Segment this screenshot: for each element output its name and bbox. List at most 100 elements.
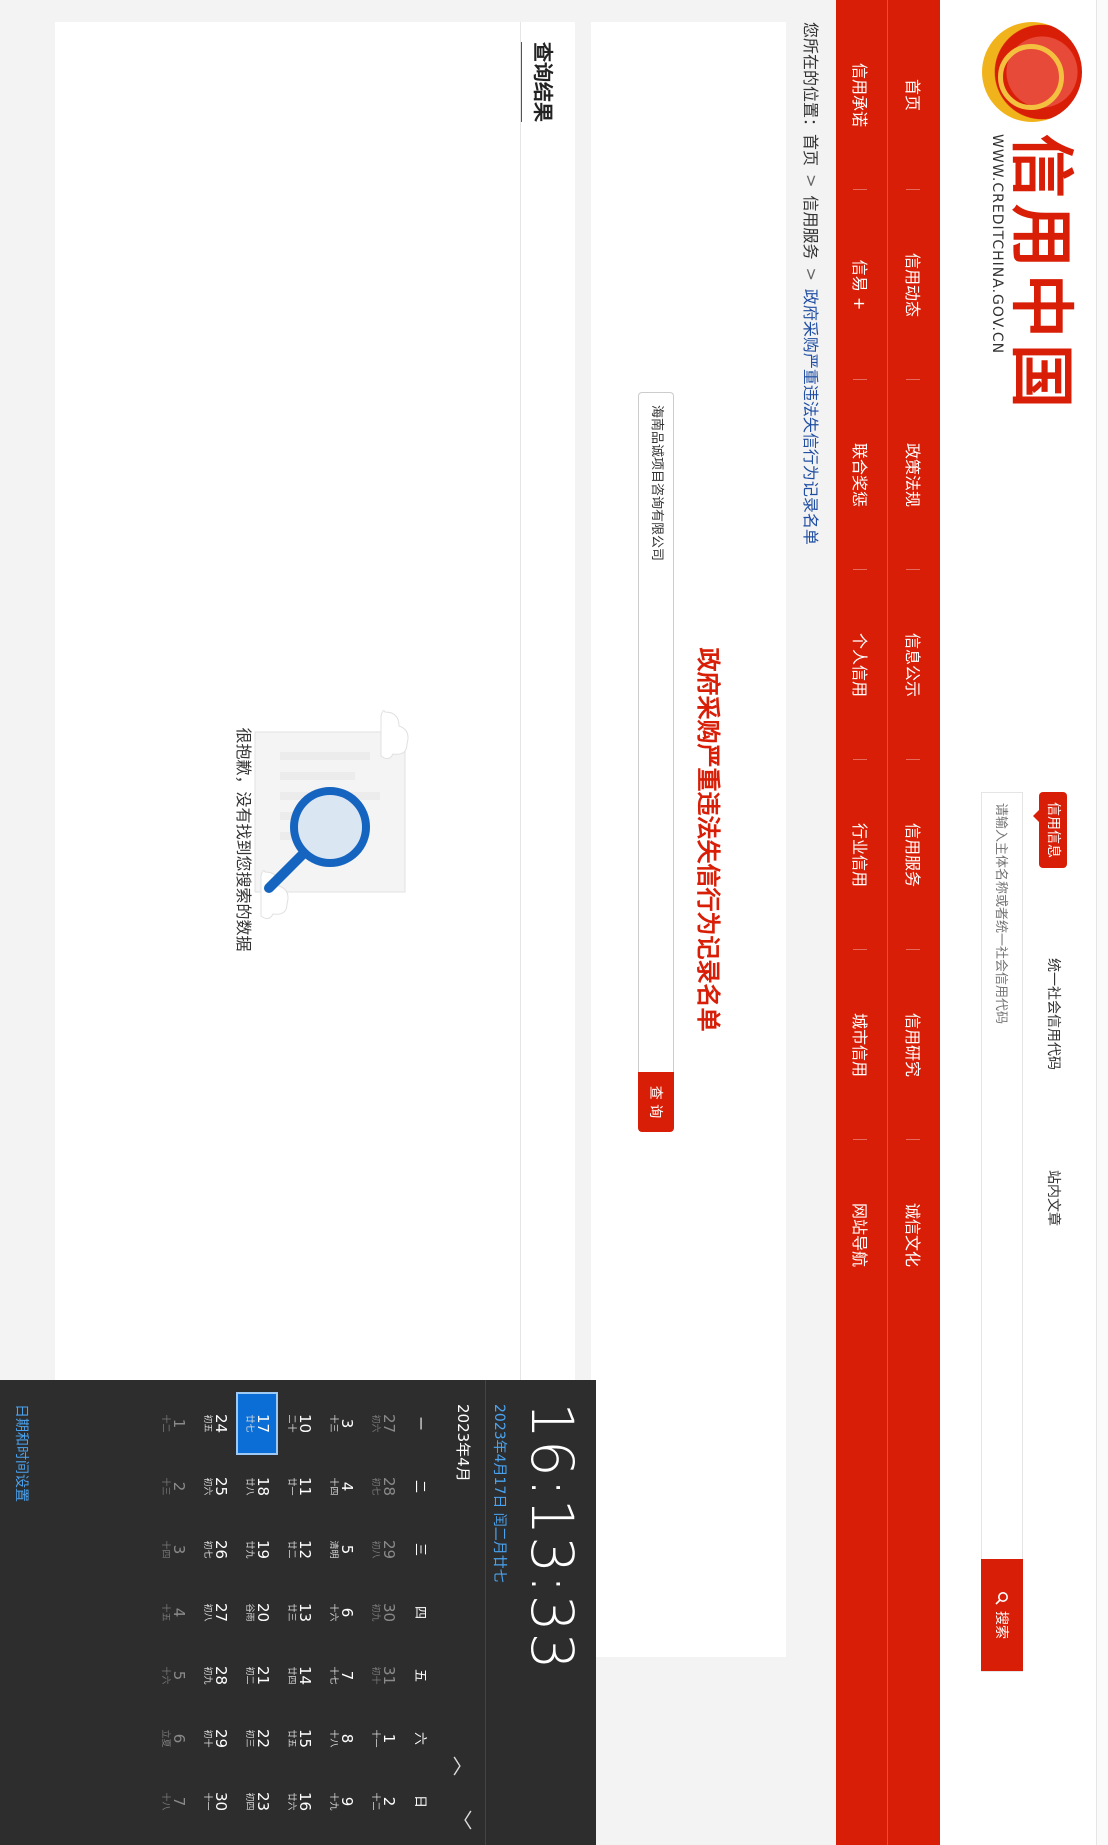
calendar-lunar-date: 廿三 xyxy=(286,1603,296,1622)
calendar-week-row: 24 初五 25 初六 26 初七 27 初八 28 初九 29 初十 30 十一 xyxy=(194,1392,236,1837)
calendar-day[interactable]: 30 初九 xyxy=(362,1581,404,1644)
query-row: 海南品诚项目咨询有限公司 查 询 xyxy=(638,392,674,1132)
calendar-day-number: 31 xyxy=(380,1665,398,1686)
calendar-day[interactable]: 24 初五 xyxy=(194,1392,236,1455)
nav-row-1: 首页 信用动态 政策法规 信息公示 信用服务 信用研究 诚信文化 xyxy=(888,0,940,1845)
calendar-day[interactable]: 18 廿八 xyxy=(236,1455,278,1518)
calendar-day[interactable]: 29 初十 xyxy=(194,1707,236,1770)
calendar-lunar-date: 十八 xyxy=(328,1729,338,1748)
chevron-up-icon[interactable]: ︿ xyxy=(449,1756,478,1776)
calendar-day-number: 11 xyxy=(296,1476,314,1497)
calendar-lunar-date: 十五 xyxy=(160,1603,170,1622)
national-emblem-icon xyxy=(982,22,1082,122)
calendar-day[interactable]: 19 廿九 xyxy=(236,1518,278,1581)
nav-item-disclosure[interactable]: 信息公示 xyxy=(902,570,926,760)
calendar-day[interactable]: 30 十一 xyxy=(194,1770,236,1833)
calendar-day[interactable]: 26 初七 xyxy=(194,1518,236,1581)
calendar-day[interactable]: 27 初八 xyxy=(194,1581,236,1644)
clock-date[interactable]: 2023年4月17日 闰二月廿七 xyxy=(490,1404,510,1583)
calendar-lunar-date: 十三 xyxy=(160,1477,170,1496)
query-button[interactable]: 查 询 xyxy=(638,1072,674,1132)
nav-item-credit-news[interactable]: 信用动态 xyxy=(902,190,926,380)
calendar-lunar-date: 十四 xyxy=(160,1540,170,1559)
calendar-day[interactable]: 5 清明 xyxy=(320,1518,362,1581)
calendar-lunar-date: 廿二 xyxy=(286,1540,296,1559)
calendar-day[interactable]: 20 谷雨 xyxy=(236,1581,278,1644)
nav-item-credit-commitment[interactable]: 信用承诺 xyxy=(850,0,874,190)
search-input[interactable] xyxy=(982,793,1022,1559)
breadcrumb-current[interactable]: 政府采购严重违法失信行为记录名单 xyxy=(800,289,824,545)
site-logo[interactable]: 信用中国 WWW.CREDITCHINA.GOV.CN xyxy=(982,22,1082,414)
nav-item-xinyi-plus[interactable]: 信易 + xyxy=(850,190,874,380)
calendar-day-number: 1 xyxy=(380,1733,398,1744)
calendar-day[interactable]: 29 初八 xyxy=(362,1518,404,1581)
query-input[interactable]: 海南品诚项目咨询有限公司 xyxy=(638,392,674,1072)
calendar-day-number: 16 xyxy=(296,1791,314,1812)
calendar-day[interactable]: 31 初十 xyxy=(362,1644,404,1707)
nav-item-personal-credit[interactable]: 个人信用 xyxy=(850,570,874,760)
calendar-month[interactable]: 2023年4月 xyxy=(453,1404,474,1482)
search-button[interactable]: 搜索 xyxy=(981,1559,1023,1671)
calendar-lunar-date: 初九 xyxy=(370,1603,380,1622)
calendar-day[interactable]: 14 廿四 xyxy=(278,1644,320,1707)
nav-item-integrity-culture[interactable]: 诚信文化 xyxy=(902,1140,926,1330)
nav-item-site-nav[interactable]: 网站导航 xyxy=(850,1140,874,1330)
calendar-day[interactable]: 6 十六 xyxy=(320,1581,362,1644)
chevron-down-icon[interactable]: ﹀ xyxy=(449,1810,478,1830)
nav-item-credit-services[interactable]: 信用服务 xyxy=(902,760,926,950)
calendar-day[interactable]: 5 十六 xyxy=(152,1644,194,1707)
calendar-day[interactable]: 3 十三 xyxy=(320,1392,362,1455)
calendar-day[interactable]: 10 二十 xyxy=(278,1392,320,1455)
calendar-day-today[interactable]: 17 廿七 xyxy=(236,1392,278,1455)
breadcrumb-credit-services[interactable]: 信用服务 xyxy=(800,195,824,259)
calendar-lunar-date: 十一 xyxy=(370,1729,380,1748)
search-tab-credit-info[interactable]: 信用信息 xyxy=(1039,792,1067,868)
calendar-day[interactable]: 1 十一 xyxy=(362,1707,404,1770)
calendar-day[interactable]: 16 廿六 xyxy=(278,1770,320,1833)
nav-item-policies[interactable]: 政策法规 xyxy=(902,380,926,570)
clock-calendar-flyout: 16:13:33 2023年4月17日 闰二月廿七 2023年4月 ︿ ﹀ 一二… xyxy=(0,1380,596,1845)
calendar-day[interactable]: 21 初二 xyxy=(236,1644,278,1707)
date-time-settings-link[interactable]: 日期和时间设置 xyxy=(12,1404,32,1502)
calendar-day-number: 18 xyxy=(254,1476,272,1497)
search-tab-credit-code[interactable]: 统一社会信用代码 xyxy=(1039,948,1067,1080)
calendar-day[interactable]: 6 立夏 xyxy=(152,1707,194,1770)
nav-item-industry-credit[interactable]: 行业信用 xyxy=(850,760,874,950)
calendar-day[interactable]: 4 十五 xyxy=(152,1581,194,1644)
calendar-lunar-date: 初三 xyxy=(244,1729,254,1748)
nav-item-city-credit[interactable]: 城市信用 xyxy=(850,950,874,1140)
calendar-day[interactable]: 4 十四 xyxy=(320,1455,362,1518)
calendar-day[interactable]: 25 初六 xyxy=(194,1455,236,1518)
breadcrumb: 您所在的位置： 首页 > 信用服务 > 政府采购严重违法失信行为记录名单 xyxy=(796,22,828,545)
search-button-label: 搜索 xyxy=(993,1611,1009,1639)
calendar-day[interactable]: 28 初九 xyxy=(194,1644,236,1707)
calendar-day[interactable]: 12 廿二 xyxy=(278,1518,320,1581)
calendar-lunar-date: 廿九 xyxy=(244,1540,254,1559)
calendar-day[interactable]: 15 廿五 xyxy=(278,1707,320,1770)
search-tabs: 信用信息 统一社会信用代码 站内文章 xyxy=(1035,792,1071,1672)
calendar-day[interactable]: 3 十四 xyxy=(152,1518,194,1581)
search-tab-articles[interactable]: 站内文章 xyxy=(1039,1160,1067,1236)
calendar-day[interactable]: 9 十九 xyxy=(320,1770,362,1833)
nav-item-credit-research[interactable]: 信用研究 xyxy=(902,950,926,1140)
calendar-day[interactable]: 2 十三 xyxy=(152,1455,194,1518)
nav-item-home[interactable]: 首页 xyxy=(902,0,926,190)
calendar-day-number: 7 xyxy=(338,1670,356,1681)
breadcrumb-home[interactable]: 首页 xyxy=(800,134,824,166)
calendar-day[interactable]: 8 十八 xyxy=(320,1707,362,1770)
calendar-day-number: 27 xyxy=(212,1602,230,1623)
calendar-lunar-date: 十八 xyxy=(160,1792,170,1811)
calendar-day[interactable]: 23 初四 xyxy=(236,1770,278,1833)
calendar-day[interactable]: 22 初三 xyxy=(236,1707,278,1770)
calendar-day[interactable]: 2 十二 xyxy=(362,1770,404,1833)
calendar-day[interactable]: 28 初七 xyxy=(362,1455,404,1518)
calendar-day[interactable]: 7 十七 xyxy=(320,1644,362,1707)
calendar-day[interactable]: 13 廿三 xyxy=(278,1581,320,1644)
calendar-day[interactable]: 1 十二 xyxy=(152,1392,194,1455)
calendar-day[interactable]: 11 廿一 xyxy=(278,1455,320,1518)
calendar-lunar-date: 二十 xyxy=(286,1414,296,1433)
calendar-day-number: 8 xyxy=(338,1733,356,1744)
nav-item-joint-rewards[interactable]: 联合奖惩 xyxy=(850,380,874,570)
calendar-day[interactable]: 27 初六 xyxy=(362,1392,404,1455)
calendar-day[interactable]: 7 十八 xyxy=(152,1770,194,1833)
